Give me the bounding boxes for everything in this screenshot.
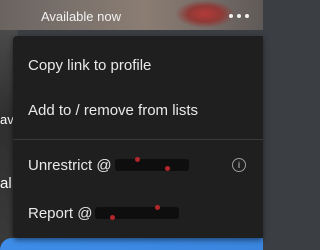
- menu-item-label: Add to / remove from lists: [28, 101, 199, 119]
- report-menu-item[interactable]: Report @: [13, 193, 263, 233]
- unrestrict-menu-item[interactable]: Unrestrict @ i: [13, 145, 263, 185]
- background-text-fragment: al: [0, 175, 12, 192]
- menu-item-label: Unrestrict @: [28, 156, 112, 174]
- background-text-fragment: av: [0, 112, 14, 127]
- cover-photo-detail: [175, 0, 235, 28]
- menu-item-label: Report @: [28, 204, 93, 222]
- menu-item-label: Copy link to profile: [28, 56, 152, 74]
- availability-status: Available now: [41, 9, 121, 24]
- redacted-username: [114, 157, 189, 171]
- profile-cover-photo: [0, 0, 263, 30]
- redacted-username: [95, 205, 180, 220]
- copy-link-menu-item[interactable]: Copy link to profile: [13, 45, 263, 85]
- more-options-button[interactable]: [229, 10, 249, 22]
- menu-divider: [13, 139, 263, 140]
- background-blue-button: [0, 238, 263, 250]
- add-remove-lists-menu-item[interactable]: Add to / remove from lists: [13, 90, 263, 130]
- profile-options-menu: Copy link to profile Add to / remove fro…: [13, 36, 263, 238]
- info-icon[interactable]: i: [232, 158, 246, 172]
- more-horizontal-icon: [229, 14, 233, 18]
